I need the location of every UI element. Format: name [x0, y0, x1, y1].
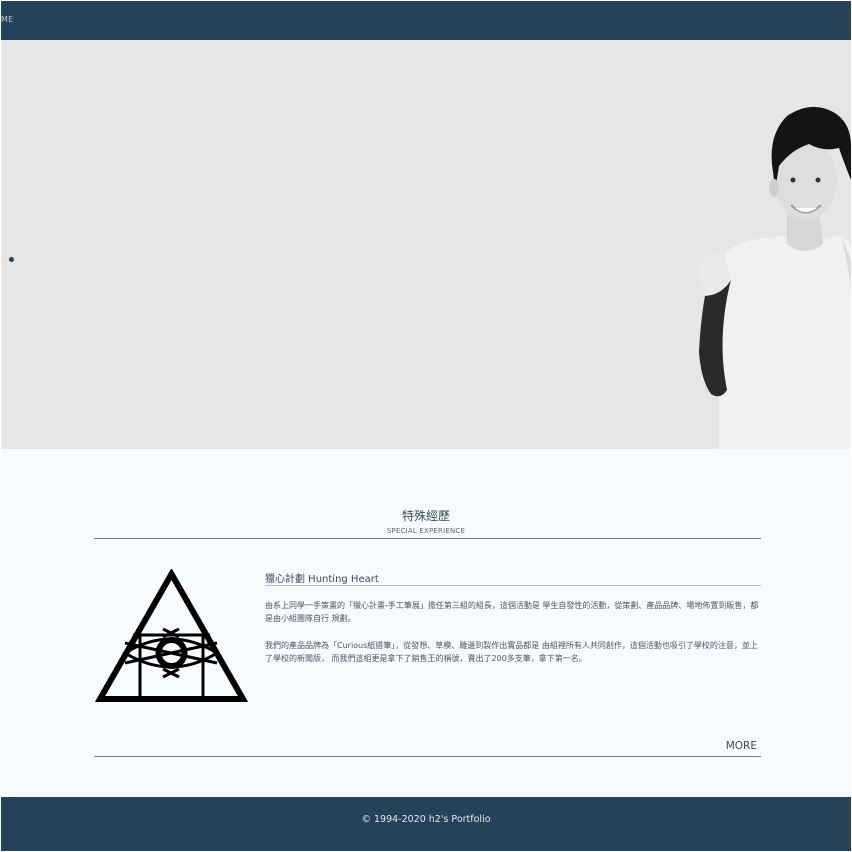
nav-menu-label[interactable]: ME: [1, 15, 13, 24]
section-subtitle: SPECIAL EXPERIENCE: [386, 527, 466, 535]
experience-paragraph: 由系上同學一手策畫的「獵心計畫-手工筆展」擔任第三組的組長，這個活動是 學生自發…: [265, 601, 759, 623]
footer: © 1994-2020 h2's Portfolio: [1, 797, 851, 851]
experience-section: 特殊經歷 SPECIAL EXPERIENCE 獵心計劃 Hunting Hea…: [1, 449, 851, 797]
experience-title-divider: [265, 585, 761, 586]
portrait-photo: [697, 106, 851, 449]
section-divider: [94, 538, 761, 539]
slide-indicator-dot[interactable]: [9, 257, 14, 262]
more-link[interactable]: MORE: [726, 740, 757, 752]
triangle-eye-logo-icon: [95, 569, 248, 702]
experience-paragraph: 我們的產品品牌為「Curious紙搭筆」，從發想、草模、雕邊到製作出實品都是 由…: [265, 641, 758, 663]
hero-banner: [1, 40, 851, 449]
footer-copyright: © 1994-2020 h2's Portfolio: [361, 814, 491, 825]
section-bottom-divider: [94, 756, 761, 757]
experience-title: 獵心計劃 Hunting Heart: [265, 574, 379, 585]
section-title: 特殊經歷: [401, 509, 450, 523]
top-navbar: ME: [1, 1, 851, 40]
